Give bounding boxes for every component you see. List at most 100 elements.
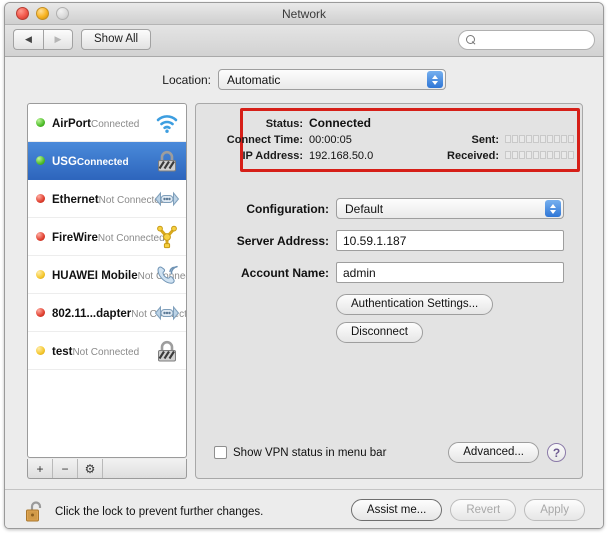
meter-segment: [540, 135, 546, 143]
ethernet-icon: [154, 187, 180, 211]
search-icon: [466, 34, 477, 46]
firewire-icon: [154, 225, 180, 249]
chevron-updown-icon: [545, 200, 561, 217]
network-preferences-window: Network ◀ ▶ Show All Location: Automatic…: [4, 2, 604, 529]
service-actions-button[interactable]: ⚙: [78, 459, 103, 478]
minimize-button[interactable]: [36, 7, 49, 20]
service-text: AirPortConnected: [52, 114, 151, 132]
service-list[interactable]: AirPortConnected USGConnected EthernetNot …: [27, 103, 187, 458]
location-popup-button[interactable]: Automatic: [218, 69, 446, 90]
unlocked-padlock-icon[interactable]: [25, 500, 47, 524]
window-title: Network: [281, 7, 326, 21]
navigation-buttons: ◀ ▶: [13, 29, 73, 50]
connect-time-value: 00:00:05: [309, 134, 352, 146]
chevron-updown-icon: [427, 71, 443, 88]
connect-time-row: Connect Time: 00:00:05 Sent:: [196, 134, 582, 146]
meter-segment: [526, 135, 532, 143]
assist-me-button[interactable]: Assist me...: [350, 499, 443, 521]
meter-segment: [554, 135, 560, 143]
apply-button: Apply: [524, 499, 585, 521]
server-address-label: Server Address:: [236, 233, 329, 248]
server-address-row: Server Address:: [196, 230, 582, 251]
sent-label: Sent:: [471, 134, 500, 146]
received-meter: [505, 151, 574, 159]
meter-segment: [505, 135, 511, 143]
advanced-button[interactable]: Advanced...: [448, 442, 539, 463]
location-value: Automatic: [227, 72, 281, 87]
add-service-button[interactable]: +: [28, 459, 53, 478]
meter-segment: [505, 151, 511, 159]
service-name: AirPort: [52, 117, 91, 130]
service-list-item[interactable]: AirPortConnected: [28, 104, 186, 142]
search-input[interactable]: [481, 34, 586, 46]
traffic-lights: [16, 7, 69, 20]
help-button[interactable]: ?: [547, 443, 566, 462]
close-button[interactable]: [16, 7, 29, 20]
meter-segment: [533, 135, 539, 143]
status-dot-red: [36, 232, 45, 241]
status-dot-red: [36, 308, 45, 317]
service-name: HUAWEI Mobile: [52, 269, 138, 282]
service-text: testNot Connected: [52, 342, 151, 360]
forward-button: ▶: [43, 29, 73, 50]
service-name: 802.11...dapter: [52, 307, 132, 320]
service-list-item[interactable]: testNot Connected: [28, 332, 186, 370]
ip-address-label: IP Address:: [242, 150, 303, 162]
wifi-icon: [154, 111, 180, 135]
meter-segment: [554, 151, 560, 159]
toolbar: ◀ ▶ Show All: [5, 25, 603, 57]
account-name-row: Account Name:: [196, 262, 582, 283]
account-name-label: Account Name:: [240, 265, 329, 280]
meter-segment: [561, 151, 567, 159]
meter-segment: [561, 135, 567, 143]
footer: Click the lock to prevent further change…: [5, 489, 603, 528]
zoom-button: [56, 7, 69, 20]
ip-address-value: 192.168.50.0: [309, 150, 374, 162]
status-label: Status:: [265, 118, 303, 130]
service-list-item[interactable]: EthernetNot Connected: [28, 180, 186, 218]
disconnect-row: Disconnect: [196, 322, 582, 343]
status-grid: Status: Connected Connect Time: 00:00:05…: [196, 116, 582, 166]
show-all-button[interactable]: Show All: [81, 29, 152, 50]
meter-segment: [540, 151, 546, 159]
vpn-lock-icon: [154, 339, 180, 363]
authentication-settings-button[interactable]: Authentication Settings...: [336, 294, 494, 315]
service-name: test: [52, 345, 73, 358]
search-field[interactable]: [458, 30, 595, 50]
lock-note: Click the lock to prevent further change…: [25, 500, 263, 524]
show-vpn-status-checkbox[interactable]: [214, 446, 227, 459]
status-row: Status: Connected: [196, 116, 582, 130]
service-list-item[interactable]: 802.11...dapterNot Connected: [28, 294, 186, 332]
server-address-input[interactable]: [336, 230, 564, 251]
status-value: Connected: [309, 116, 372, 130]
meter-segment: [533, 151, 539, 159]
disconnect-button[interactable]: Disconnect: [336, 322, 423, 343]
service-list-item[interactable]: HUAWEI MobileNot Connected: [28, 256, 186, 294]
service-state: Not Connected: [72, 346, 140, 358]
remove-service-button[interactable]: −: [53, 459, 78, 478]
show-vpn-status-label: Show VPN status in menu bar: [233, 446, 387, 459]
service-list-item[interactable]: USGConnected: [28, 142, 186, 180]
service-name: FireWire: [52, 231, 98, 244]
back-button[interactable]: ◀: [13, 29, 43, 50]
footer-buttons: Assist me... Revert Apply: [350, 499, 585, 521]
title-bar: Network: [5, 3, 603, 25]
service-name: USG: [52, 155, 77, 168]
meter-segment: [519, 135, 525, 143]
configuration-popup-button[interactable]: Default: [336, 198, 564, 219]
service-list-item[interactable]: FireWireNot Connected: [28, 218, 186, 256]
meter-segment: [526, 151, 532, 159]
received-label: Received:: [447, 150, 499, 162]
service-state: Connected: [90, 118, 140, 130]
status-dot-green: [36, 156, 45, 165]
ip-address-row: IP Address: 192.168.50.0 Received:: [196, 150, 582, 162]
meter-segment: [568, 135, 574, 143]
status-dot-yellow: [36, 270, 45, 279]
meter-segment: [512, 135, 518, 143]
account-name-input[interactable]: [336, 262, 564, 283]
configuration-row: Configuration: Default: [196, 198, 582, 219]
modem-icon: [154, 263, 180, 287]
location-label: Location:: [162, 72, 211, 87]
preferences-content: Location: Automatic AirPortConnected USGC…: [5, 57, 603, 528]
meter-segment: [547, 151, 553, 159]
